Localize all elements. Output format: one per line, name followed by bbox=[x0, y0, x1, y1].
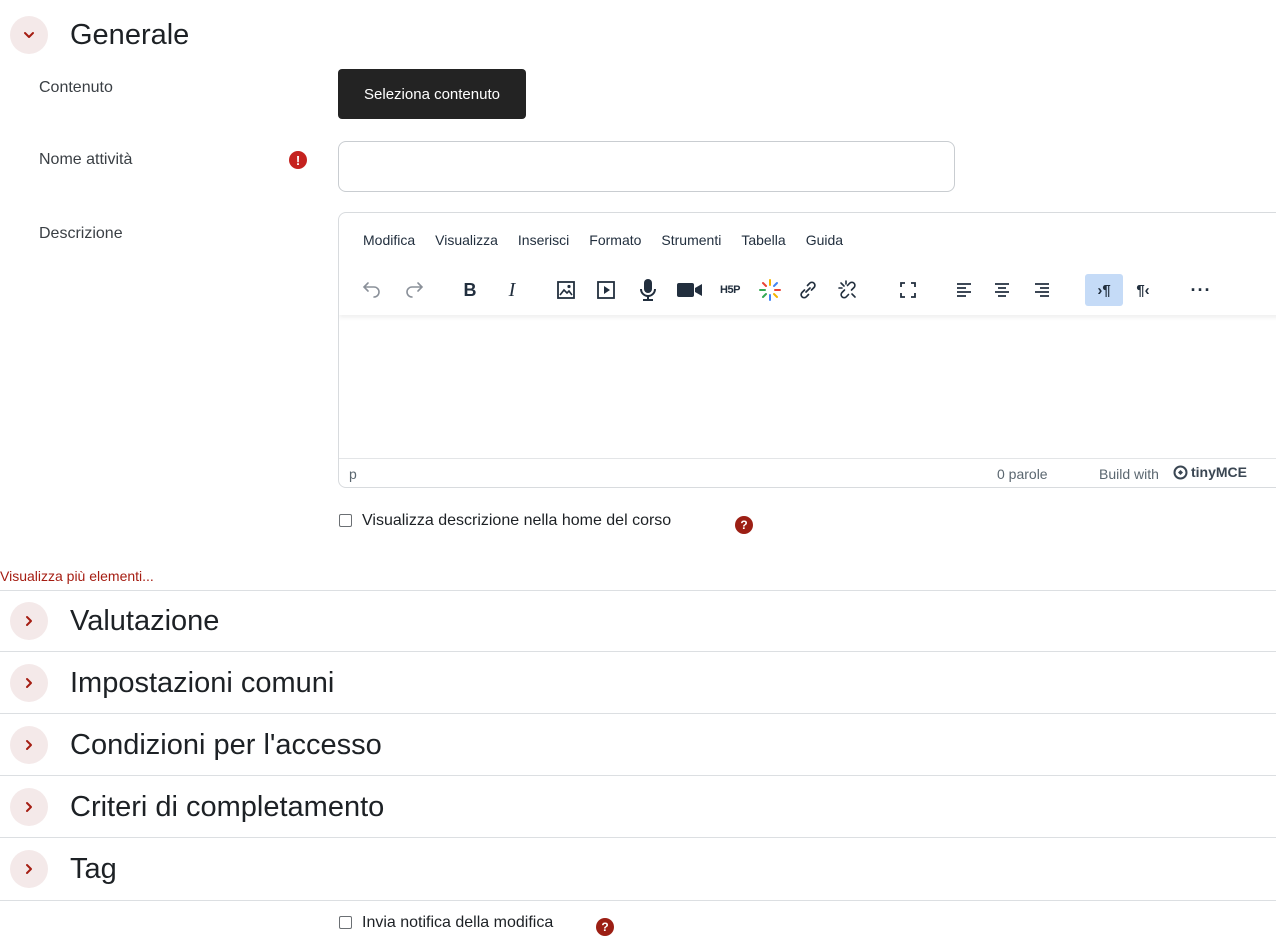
notify-label: Invia notifica della modifica bbox=[362, 914, 554, 931]
sparkle-icon[interactable] bbox=[757, 277, 783, 303]
section-title-valutazione[interactable]: Valutazione bbox=[70, 607, 219, 636]
notify-checkbox[interactable] bbox=[339, 916, 352, 929]
media-icon[interactable] bbox=[593, 277, 619, 303]
section-title-impostazioni[interactable]: Impostazioni comuni bbox=[70, 669, 334, 698]
menu-visualizza[interactable]: Visualizza bbox=[435, 232, 498, 248]
microphone-icon[interactable] bbox=[635, 277, 661, 303]
rtl-icon[interactable]: ¶‹ bbox=[1129, 277, 1157, 303]
menu-formato[interactable]: Formato bbox=[589, 232, 641, 248]
align-left-icon[interactable] bbox=[951, 277, 977, 303]
descrizione-label: Descrizione bbox=[39, 225, 123, 242]
italic-icon[interactable]: I bbox=[499, 277, 525, 303]
chevron-right-icon bbox=[26, 678, 32, 688]
tinymce-brand: tinyMCE bbox=[1191, 464, 1247, 480]
criteri-toggle[interactable] bbox=[10, 788, 48, 826]
align-center-icon[interactable] bbox=[989, 277, 1015, 303]
h5p-icon[interactable]: H5P bbox=[715, 277, 745, 303]
more-icon[interactable]: ··· bbox=[1187, 277, 1215, 303]
editor-toolbar: B I H5P ›¶ ¶‹ ··· bbox=[339, 265, 1276, 315]
build-with-label: Build with bbox=[1099, 466, 1159, 482]
image-icon[interactable] bbox=[553, 277, 579, 303]
divider bbox=[0, 837, 1276, 838]
section-title-criteri[interactable]: Criteri di completamento bbox=[70, 793, 384, 822]
editor-statusbar: p 0 parole Build with tinyMCE bbox=[339, 458, 1276, 487]
valutazione-toggle[interactable] bbox=[10, 602, 48, 640]
nome-attivita-input[interactable] bbox=[338, 141, 955, 192]
help-icon[interactable]: ? bbox=[596, 918, 614, 936]
chevron-right-icon bbox=[26, 802, 32, 812]
menu-strumenti[interactable]: Strumenti bbox=[661, 232, 721, 248]
fullscreen-icon[interactable] bbox=[895, 277, 921, 303]
section-title-condizioni[interactable]: Condizioni per l'accesso bbox=[70, 731, 382, 760]
redo-icon[interactable] bbox=[401, 277, 427, 303]
divider bbox=[0, 590, 1276, 591]
link-icon[interactable] bbox=[795, 277, 821, 303]
chevron-right-icon bbox=[26, 740, 32, 750]
tinymce-logo-icon[interactable]: tinyMCE bbox=[1173, 464, 1247, 480]
divider bbox=[0, 775, 1276, 776]
editor-menubar: Modifica Visualizza Inserisci Formato St… bbox=[363, 232, 863, 248]
help-icon[interactable]: ? bbox=[735, 516, 753, 534]
chevron-down-icon bbox=[24, 32, 34, 38]
word-count: 0 parole bbox=[997, 466, 1048, 482]
divider bbox=[0, 713, 1276, 714]
section-title-tag[interactable]: Tag bbox=[70, 855, 117, 884]
menu-tabella[interactable]: Tabella bbox=[741, 232, 785, 248]
contenuto-label: Contenuto bbox=[39, 79, 113, 96]
section-title-generale[interactable]: Generale bbox=[70, 21, 189, 50]
rich-text-editor: Modifica Visualizza Inserisci Formato St… bbox=[338, 212, 1276, 488]
menu-inserisci[interactable]: Inserisci bbox=[518, 232, 569, 248]
menu-modifica[interactable]: Modifica bbox=[363, 232, 415, 248]
nome-attivita-label: Nome attività bbox=[39, 151, 133, 168]
show-more-link[interactable]: Visualizza più elementi... bbox=[0, 568, 154, 584]
show-description-checkbox[interactable] bbox=[339, 514, 352, 527]
bold-icon[interactable]: B bbox=[457, 277, 483, 303]
ltr-icon[interactable]: ›¶ bbox=[1085, 274, 1123, 306]
generale-toggle[interactable] bbox=[10, 16, 48, 54]
menu-guida[interactable]: Guida bbox=[806, 232, 843, 248]
unlink-icon[interactable] bbox=[835, 277, 861, 303]
show-description-label: Visualizza descrizione nella home del co… bbox=[362, 512, 672, 529]
divider bbox=[0, 900, 1276, 901]
divider bbox=[0, 651, 1276, 652]
required-icon: ! bbox=[289, 151, 307, 169]
tag-toggle[interactable] bbox=[10, 850, 48, 888]
undo-icon[interactable] bbox=[359, 277, 385, 303]
impostazioni-toggle[interactable] bbox=[10, 664, 48, 702]
select-content-button[interactable]: Seleziona contenuto bbox=[338, 69, 526, 119]
condizioni-toggle[interactable] bbox=[10, 726, 48, 764]
chevron-right-icon bbox=[26, 616, 32, 626]
align-right-icon[interactable] bbox=[1029, 277, 1055, 303]
video-camera-icon[interactable] bbox=[675, 277, 705, 303]
element-path[interactable]: p bbox=[349, 466, 357, 482]
chevron-right-icon bbox=[26, 864, 32, 874]
